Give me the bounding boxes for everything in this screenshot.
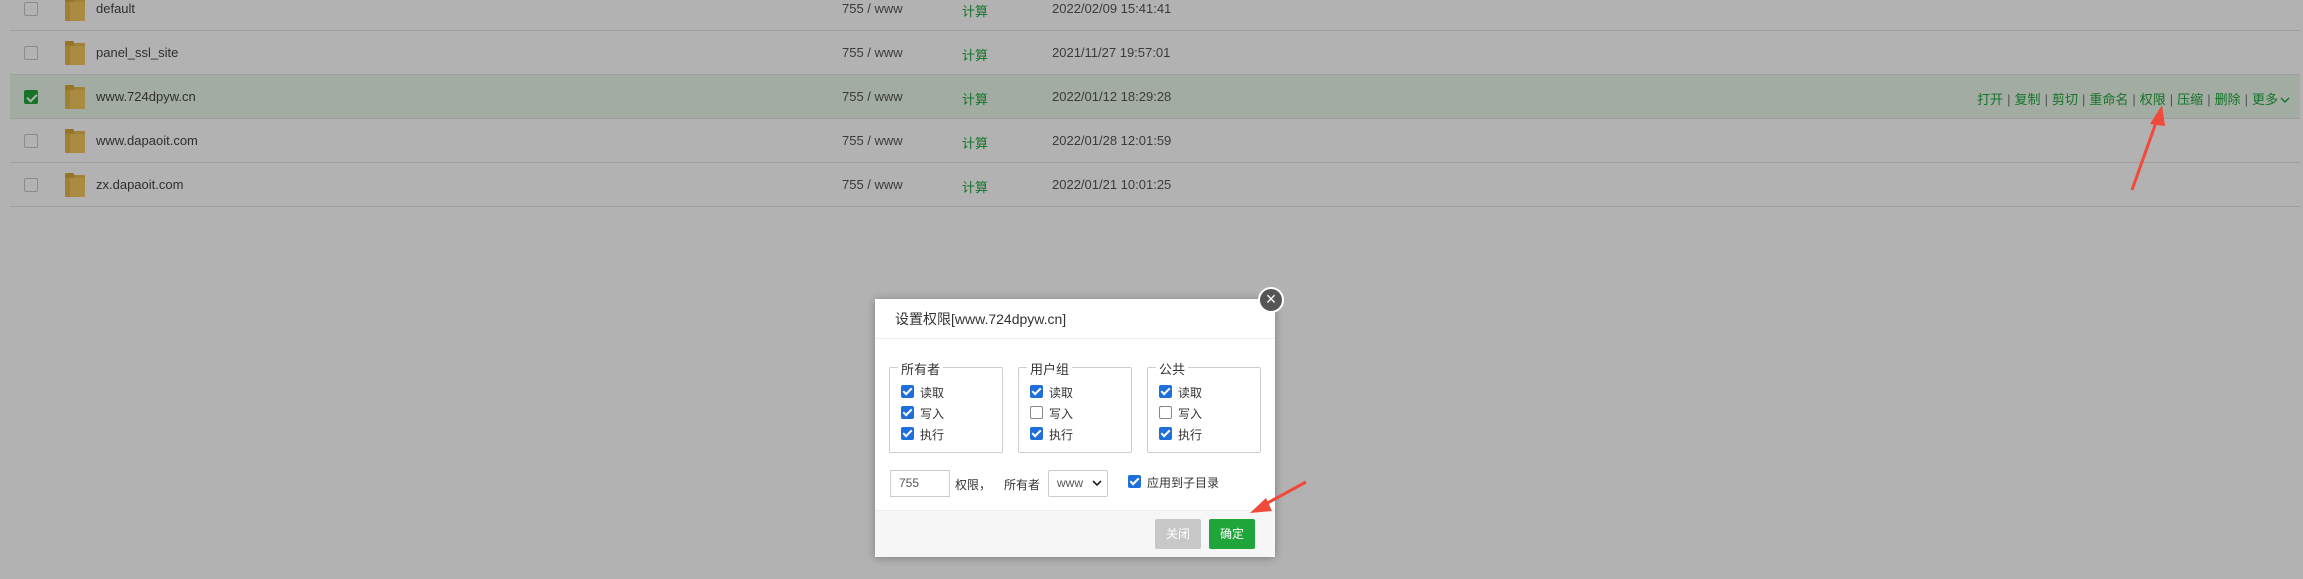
read-checkbox[interactable] [1030, 385, 1043, 398]
group-legend: 用户组 [1027, 359, 1073, 378]
exec-checkbox[interactable] [901, 427, 914, 440]
permission-input[interactable]: 755 [890, 470, 950, 497]
exec-checkbox[interactable] [1030, 427, 1043, 440]
write-label: 写入 [1049, 407, 1074, 421]
group-legend: 所有者 [898, 359, 944, 378]
apply-subdirs-checkbox[interactable] [1128, 475, 1141, 488]
close-button[interactable]: 关闭 [1155, 519, 1201, 549]
read-label: 读取 [920, 386, 945, 400]
write-checkbox[interactable] [1159, 406, 1172, 419]
write-checkbox[interactable] [1030, 406, 1043, 419]
write-label: 写入 [920, 407, 945, 421]
write-label: 写入 [1178, 407, 1203, 421]
write-checkbox[interactable] [901, 406, 914, 419]
owner-permission-group: 所有者 读取 写入 执行 [889, 359, 1003, 453]
apply-subdirs-label: 应用到子目录 [1147, 476, 1220, 490]
permission-label: 权限， [955, 478, 992, 492]
public-permission-group: 公共 读取 写入 执行 [1147, 359, 1261, 453]
confirm-button[interactable]: 确定 [1209, 519, 1255, 549]
chevron-down-icon [1092, 480, 1102, 487]
owner-label: 所有者 [1004, 478, 1041, 492]
read-label: 读取 [1049, 386, 1074, 400]
read-checkbox[interactable] [1159, 385, 1172, 398]
exec-label: 执行 [920, 428, 945, 442]
permission-dialog: 设置权限[www.724dpyw.cn] × 所有者 读取 写入 执行 用户组 … [875, 287, 1284, 557]
exec-label: 执行 [1178, 428, 1203, 442]
exec-label: 执行 [1049, 428, 1074, 442]
group-permission-group: 用户组 读取 写入 执行 [1018, 359, 1132, 453]
group-legend: 公共 [1156, 359, 1189, 378]
owner-select-value: www [1057, 476, 1083, 490]
dialog-footer: 关闭 确定 [875, 510, 1275, 557]
read-checkbox[interactable] [901, 385, 914, 398]
close-icon[interactable]: × [1258, 287, 1284, 313]
exec-checkbox[interactable] [1159, 427, 1172, 440]
read-label: 读取 [1178, 386, 1203, 400]
dialog-title: 设置权限[www.724dpyw.cn] [875, 299, 1275, 339]
owner-select[interactable]: www [1048, 470, 1108, 497]
